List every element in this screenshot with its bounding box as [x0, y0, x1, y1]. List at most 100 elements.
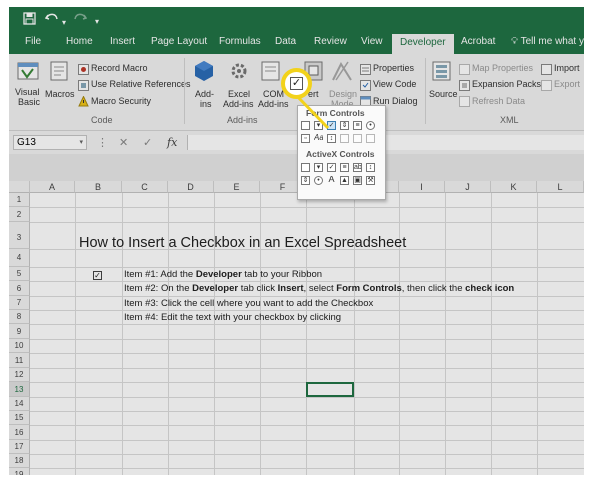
row-header-7[interactable]: 7	[9, 296, 30, 310]
properties-label[interactable]: Properties	[373, 63, 414, 73]
tab-data[interactable]: Data	[275, 36, 296, 47]
activex-combo-box-icon[interactable]: ▾	[314, 163, 323, 172]
import-label[interactable]: Import	[554, 63, 580, 73]
tab-insert[interactable]: Insert	[110, 36, 135, 47]
record-macro-label[interactable]: Record Macro	[91, 63, 148, 73]
more-controls-icon[interactable]: ⚒	[366, 176, 375, 185]
item-1-text[interactable]: Item #1: Add the Developer tab to your R…	[124, 269, 322, 280]
name-box[interactable]: G13 ▾	[13, 135, 87, 150]
row-header-4[interactable]: 4	[9, 249, 30, 267]
macro-security-label[interactable]: Macro Security	[91, 96, 151, 106]
activex-image-icon[interactable]: ▲	[340, 176, 349, 185]
column-header-d[interactable]: D	[168, 181, 214, 193]
item-2-text[interactable]: Item #2: On the Developer tab click Inse…	[124, 283, 514, 294]
activex-button-icon[interactable]	[301, 163, 310, 172]
excel-add-ins-icon[interactable]	[228, 60, 250, 87]
gridline	[30, 281, 584, 282]
tab-file[interactable]: File	[25, 36, 41, 47]
row-header-6[interactable]: 6	[9, 281, 30, 296]
tab-developer[interactable]: Developer	[392, 34, 454, 54]
row-header-8[interactable]: 8	[9, 310, 30, 324]
row-header-16[interactable]: 16	[9, 425, 30, 440]
add-ins-icon[interactable]	[194, 60, 214, 87]
row-header-13[interactable]: 13	[9, 382, 30, 397]
relative-references-label[interactable]: Use Relative References	[91, 79, 191, 89]
tab-review[interactable]: Review	[314, 36, 347, 47]
design-mode-icon[interactable]	[331, 60, 353, 87]
tab-view[interactable]: View	[361, 36, 383, 47]
save-icon[interactable]	[23, 12, 36, 28]
activex-option-button-icon[interactable]: •	[314, 176, 323, 185]
excel-add-ins-label[interactable]: Excel	[228, 89, 250, 99]
selected-cell-g13[interactable]	[306, 382, 354, 397]
list-box-icon[interactable]: ≡	[353, 121, 362, 130]
macros-icon[interactable]	[49, 60, 71, 87]
tab-formulas[interactable]: Formulas	[219, 36, 261, 47]
option-button-icon[interactable]: •	[366, 121, 375, 130]
activex-text-box-icon[interactable]: ab	[353, 163, 362, 172]
visual-basic-label-2[interactable]: Basic	[18, 97, 40, 107]
tab-page-layout[interactable]: Page Layout	[151, 36, 207, 47]
activex-list-box-icon[interactable]: ≡	[340, 163, 349, 172]
select-all-corner[interactable]	[9, 181, 30, 193]
tab-acrobat[interactable]: Acrobat	[461, 36, 495, 47]
row-header-10[interactable]: 10	[9, 339, 30, 353]
view-code-label[interactable]: View Code	[373, 79, 416, 89]
checkbox-control[interactable]: ✓	[93, 271, 102, 280]
row-header-19[interactable]: 19	[9, 468, 30, 475]
column-header-j[interactable]: J	[445, 181, 491, 193]
activex-scroll-bar-icon[interactable]: ↕	[366, 163, 375, 172]
com-add-ins-icon[interactable]	[261, 60, 281, 87]
row-header-9[interactable]: 9	[9, 324, 30, 339]
column-header-a[interactable]: A	[30, 181, 75, 193]
expansion-packs-label[interactable]: Expansion Packs	[472, 79, 541, 89]
row-header-3[interactable]: 3	[9, 222, 30, 249]
column-header-b[interactable]: B	[75, 181, 122, 193]
excel-add-ins-label-2[interactable]: Add-ins	[223, 99, 254, 109]
add-ins-label[interactable]: Add-	[195, 89, 214, 99]
source-icon[interactable]	[432, 60, 452, 87]
undo-dropdown-icon[interactable]: ▾	[62, 16, 66, 30]
com-add-ins-label-2[interactable]: Add-ins	[258, 99, 289, 109]
source-label[interactable]: Source	[429, 89, 458, 99]
cancel-entry-icon[interactable]: ✕	[119, 136, 128, 149]
row-header-17[interactable]: 17	[9, 440, 30, 454]
row-header-5[interactable]: 5	[9, 267, 30, 281]
macros-label[interactable]: Macros	[45, 89, 75, 99]
com-add-ins-label[interactable]: COM	[263, 89, 284, 99]
activex-checkbox-icon[interactable]: ✓	[327, 163, 336, 172]
name-box-dropdown-icon[interactable]: ▾	[79, 136, 83, 149]
column-header-i[interactable]: I	[399, 181, 445, 193]
tab-home[interactable]: Home	[66, 36, 93, 47]
row-header-12[interactable]: 12	[9, 368, 30, 382]
activex-spin-button-icon[interactable]: ⇕	[301, 176, 310, 185]
worksheet-grid[interactable]: A B C D E F G H I J K L 1 2 3 4 5 6	[9, 181, 584, 475]
activex-toggle-button-icon[interactable]: ▣	[353, 176, 362, 185]
add-ins-label-2[interactable]: ins	[200, 99, 212, 109]
row-header-14[interactable]: 14	[9, 397, 30, 411]
undo-icon[interactable]	[44, 12, 59, 27]
macro-security-icon[interactable]	[78, 94, 89, 112]
insert-function-icon[interactable]: fx	[167, 136, 177, 149]
visual-basic-label[interactable]: Visual	[15, 87, 39, 97]
row-header-15[interactable]: 15	[9, 411, 30, 425]
visual-basic-icon[interactable]	[17, 60, 41, 87]
row-header-18[interactable]: 18	[9, 454, 30, 468]
item-4-text[interactable]: Item #4: Edit the text with your checkbo…	[124, 312, 341, 323]
column-header-e[interactable]: E	[214, 181, 260, 193]
tell-me-box[interactable]: 💡︎ Tell me what yo	[511, 36, 584, 47]
spin-button-icon[interactable]: ⇕	[340, 121, 349, 130]
item-3-text[interactable]: Item #3: Click the cell where you want t…	[124, 298, 373, 309]
row-header-11[interactable]: 11	[9, 353, 30, 368]
row-header-2[interactable]: 2	[9, 207, 30, 222]
column-header-l[interactable]: L	[537, 181, 584, 193]
customize-qat-icon[interactable]: ▾	[95, 15, 99, 29]
column-header-c[interactable]: C	[122, 181, 168, 193]
column-header-k[interactable]: K	[491, 181, 537, 193]
tell-me-text: Tell me what yo	[520, 36, 584, 47]
activex-label-icon[interactable]: A	[327, 176, 336, 185]
row-header-1[interactable]: 1	[9, 193, 30, 207]
confirm-entry-icon[interactable]: ✓	[143, 136, 152, 149]
sheet-title[interactable]: How to Insert a Checkbox in an Excel Spr…	[79, 235, 406, 251]
gridline	[30, 296, 584, 297]
